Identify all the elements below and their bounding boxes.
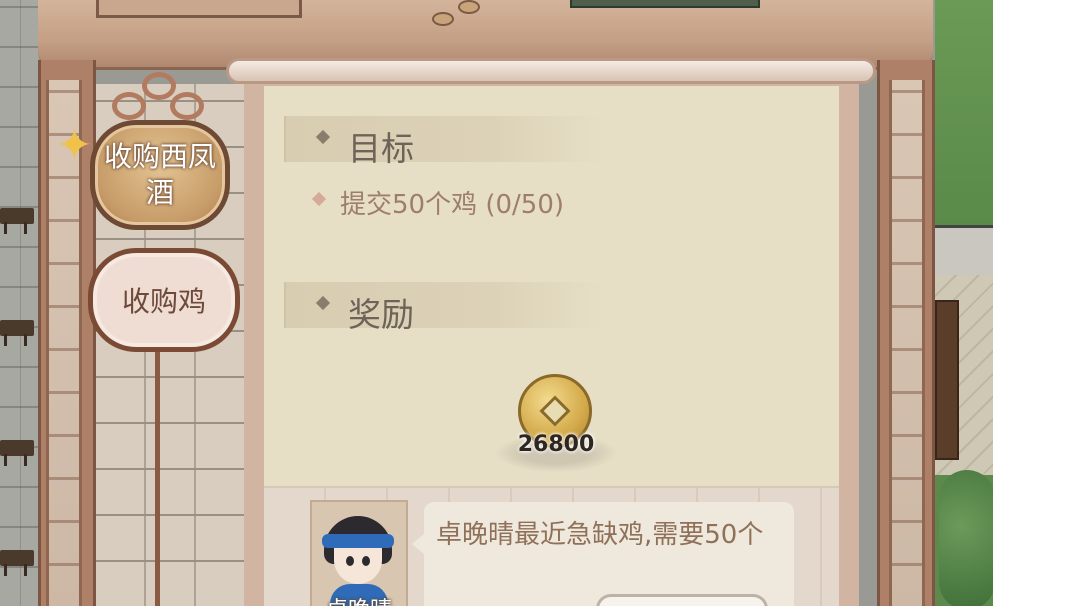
npc-portrait-icon (322, 516, 394, 588)
map-background-right (935, 0, 993, 606)
reward-header: 奖励 (284, 282, 604, 334)
reward-item[interactable]: 26800 (496, 372, 616, 477)
task-text: 提交50个鸡 (0/50) (340, 190, 565, 220)
coin-deco-icon (458, 0, 480, 14)
shelf-icon (935, 300, 959, 460)
map-background-left (0, 0, 40, 606)
sparkle-icon: ✦ (56, 120, 93, 171)
top-plaque (96, 0, 302, 18)
bench-icon (0, 550, 34, 576)
courtyard-wall (935, 225, 993, 275)
goal-title: 目标 (348, 129, 414, 168)
reward-title: 奖励 (348, 295, 414, 334)
reward-amount: 26800 (517, 432, 595, 457)
coin-deco-icon (432, 12, 454, 26)
letterbox-right (993, 0, 1080, 606)
bench-icon (0, 208, 34, 234)
tab-label: 收购西凤酒 (103, 140, 216, 209)
bush-icon (939, 470, 993, 606)
submit-button[interactable] (596, 594, 768, 606)
bench-icon (0, 320, 34, 346)
diamond-bullet-icon (315, 129, 331, 145)
top-bar (570, 0, 760, 8)
bench-icon (0, 440, 34, 466)
tab-purchase-xifeng-wine[interactable]: 收购西凤酒 (90, 120, 230, 230)
goal-header: 目标 (284, 116, 604, 168)
dialogue-text: 卓晚晴最近急缺鸡,需要50个 (436, 520, 764, 550)
game-viewport: 收购西凤酒 ✦ 收购鸡 目标 提交50个鸡 (0/50) 奖励 26800 卓晚… (0, 0, 993, 606)
lattice-right (889, 80, 925, 606)
npc-name: 卓晚晴 (310, 592, 408, 606)
grass-area (935, 0, 993, 230)
tab-label: 收购鸡 (121, 285, 206, 318)
speech-bubble (412, 502, 794, 606)
scroll-rod (226, 58, 876, 84)
diamond-bullet-icon (315, 295, 331, 311)
tab-purchase-chicken[interactable]: 收购鸡 (88, 248, 240, 352)
